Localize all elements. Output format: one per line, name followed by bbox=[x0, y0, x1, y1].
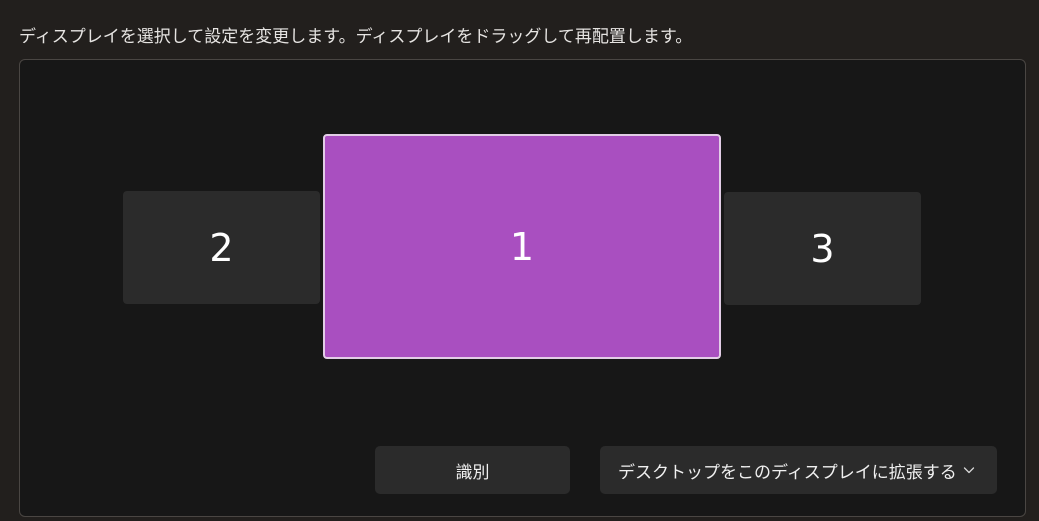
identify-button-label: 識別 bbox=[455, 462, 490, 483]
display-1-label: 1 bbox=[509, 224, 535, 269]
multiple-displays-mode-value: デスクトップをこのディスプレイに拡張する bbox=[618, 462, 957, 483]
display-3[interactable]: 3 bbox=[724, 192, 921, 305]
multiple-displays-mode-dropdown[interactable]: デスクトップをこのディスプレイに拡張する bbox=[600, 446, 997, 494]
display-arrangement-instruction: ディスプレイを選択して設定を変更します。ディスプレイをドラッグして再配置します。 bbox=[19, 27, 693, 47]
display-2-label: 2 bbox=[209, 225, 234, 270]
display-3-label: 3 bbox=[810, 226, 835, 271]
display-arrangement-panel: 2 1 3 識別 デスクトップをこのディスプレイに拡張する bbox=[19, 59, 1026, 517]
identify-button[interactable]: 識別 bbox=[375, 446, 570, 494]
display-1[interactable]: 1 bbox=[323, 134, 721, 359]
chevron-down-icon bbox=[961, 462, 977, 478]
display-2[interactable]: 2 bbox=[123, 191, 320, 304]
